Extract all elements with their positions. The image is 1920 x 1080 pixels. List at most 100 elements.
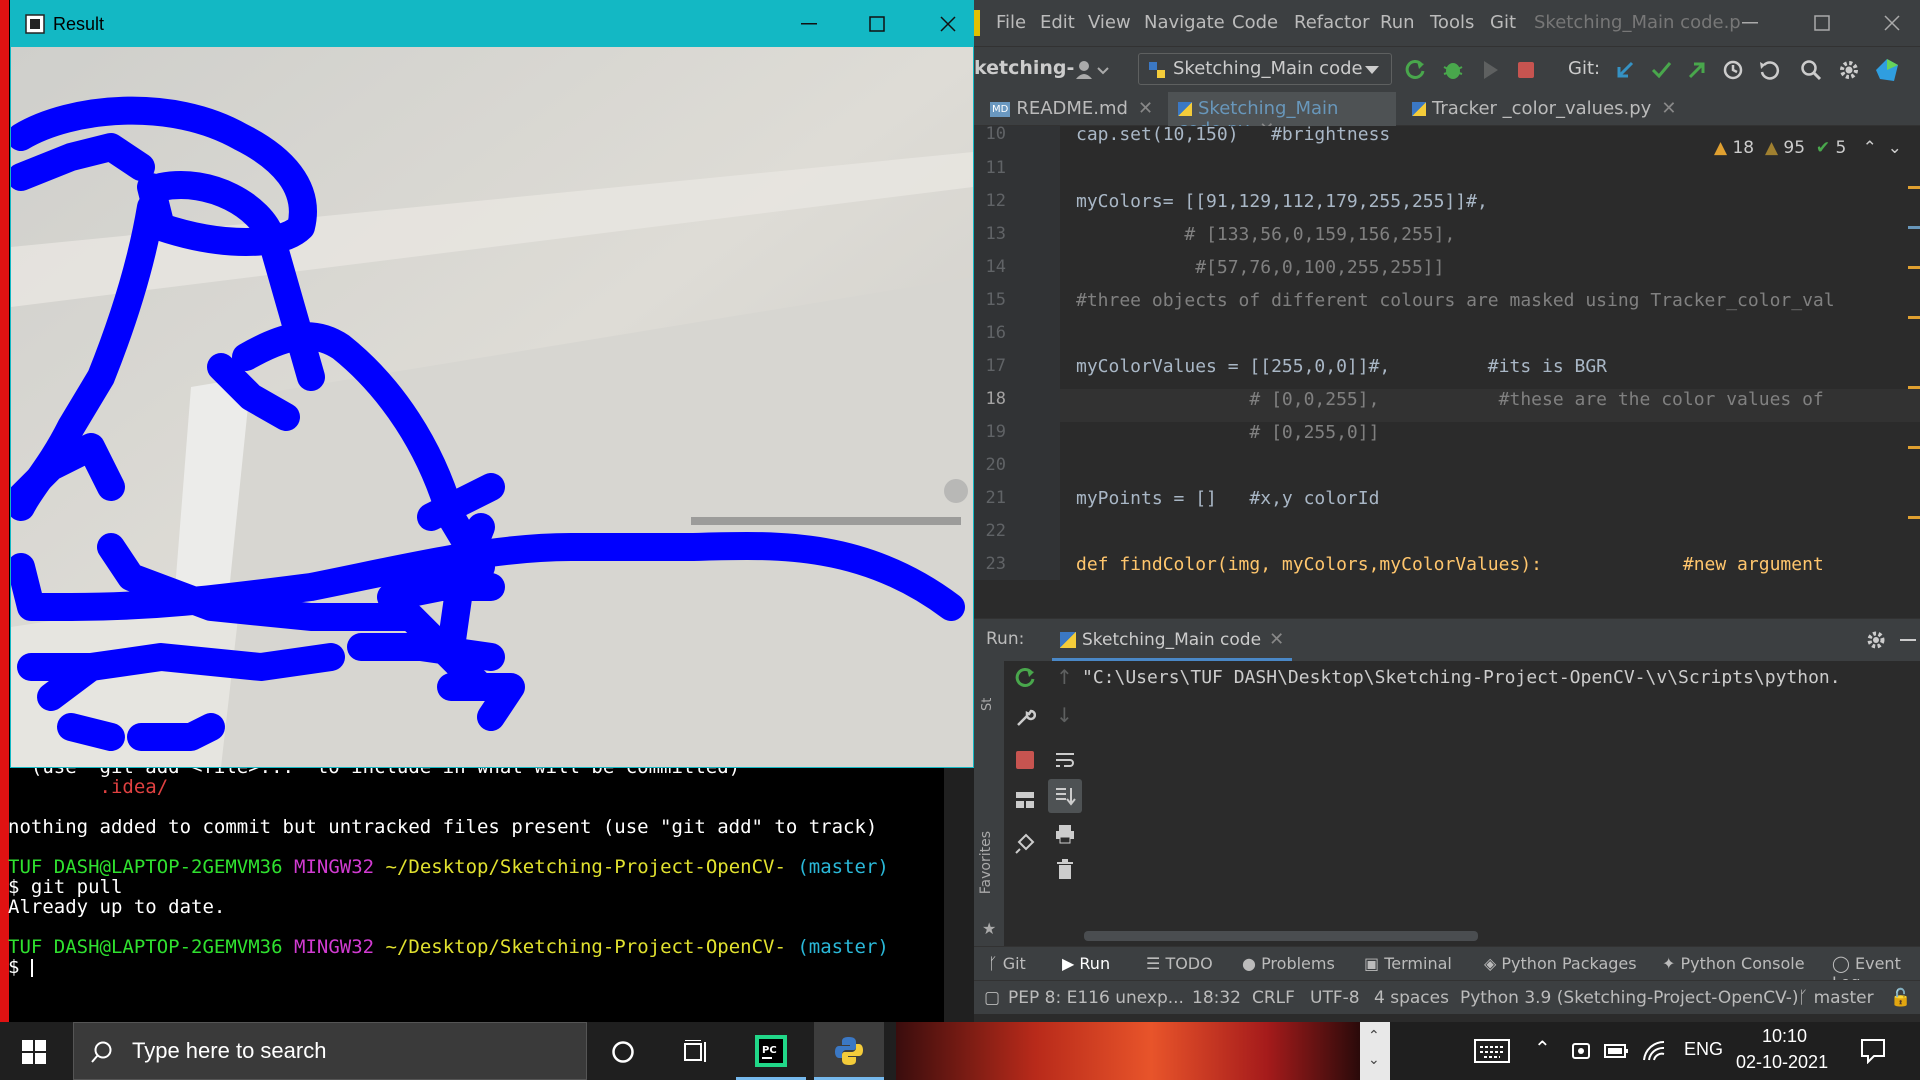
menu-file[interactable]: File: [996, 12, 1026, 33]
tool-tab-problems[interactable]: ● Problems: [1242, 954, 1335, 973]
history-icon[interactable]: [1722, 59, 1744, 81]
battery-icon[interactable]: [1604, 1040, 1630, 1062]
soft-wrap-icon[interactable]: [1054, 749, 1076, 771]
taskbar-search-box[interactable]: Type here to search: [73, 1022, 587, 1080]
taskbar-pycharm[interactable]: PC: [736, 1022, 806, 1080]
tool-tab-git[interactable]: ᚴ Git: [988, 954, 1026, 973]
minimize-icon[interactable]: [1742, 22, 1758, 24]
run-config-dropdown[interactable]: Sketching_Main code: [1138, 53, 1392, 85]
stop-icon[interactable]: [1516, 60, 1536, 80]
stop-icon[interactable]: [1016, 751, 1034, 769]
tool-tab-todo[interactable]: ☰ TODO: [1146, 954, 1213, 973]
minimize-icon[interactable]: [801, 23, 817, 25]
cursor-position[interactable]: 18:32: [1192, 988, 1241, 1008]
menu-view[interactable]: View: [1088, 12, 1131, 33]
tool-tab-python-console[interactable]: ✦ Python Console: [1662, 954, 1805, 973]
onedrive-icon[interactable]: [1570, 1040, 1592, 1062]
tab-close-icon[interactable]: ✕: [1269, 629, 1284, 650]
horizontal-scrollbar[interactable]: [1084, 931, 1478, 941]
keyboard-icon[interactable]: [1474, 1039, 1510, 1063]
menu-refactor[interactable]: Refactor: [1294, 12, 1370, 33]
debug-icon[interactable]: [1442, 59, 1464, 81]
git-update-icon[interactable]: [1614, 59, 1636, 81]
file-encoding[interactable]: UTF-8: [1310, 988, 1360, 1008]
wifi-icon[interactable]: [1642, 1040, 1666, 1062]
notification-center-icon[interactable]: [1860, 1038, 1886, 1064]
tool-tab-run[interactable]: ▶ Run: [1062, 954, 1110, 973]
structure-label[interactable]: St: [980, 698, 995, 711]
rerun-icon[interactable]: [1014, 667, 1036, 689]
run-console-output[interactable]: "C:\Users\TUF DASH\Desktop\Sketching-Pro…: [1082, 667, 1841, 688]
tab-close-icon[interactable]: ✕: [1661, 98, 1676, 119]
pycharm-ide[interactable]: File Edit View Navigate Code Refactor Ru…: [974, 0, 1920, 1022]
webcam-sketch-canvas[interactable]: [11, 47, 973, 767]
rollback-icon[interactable]: [1758, 59, 1780, 81]
trash-icon[interactable]: [1056, 859, 1074, 881]
git-branch-widget[interactable]: ᚴ master: [1798, 988, 1874, 1008]
menu-git[interactable]: Git: [1490, 12, 1516, 33]
tab-readme[interactable]: MD README.md ✕: [990, 92, 1153, 126]
python-interpreter[interactable]: Python 3.9 (Sketching-Project-OpenCV-): [1460, 988, 1799, 1008]
run-tool-window[interactable]: Run: Sketching_Main code ✕ St Favorites ★…: [974, 618, 1920, 947]
project-name[interactable]: ketching-: [974, 57, 1074, 79]
print-icon[interactable]: [1054, 823, 1076, 845]
settings-gear-icon[interactable]: [1838, 59, 1860, 81]
menu-edit[interactable]: Edit: [1040, 12, 1075, 33]
search-icon[interactable]: [1800, 59, 1822, 81]
clock-time[interactable]: 10:10: [1762, 1026, 1807, 1047]
lock-icon[interactable]: 🔓: [1890, 988, 1911, 1008]
menu-code[interactable]: Code: [1232, 12, 1278, 33]
editor-scroll-markers[interactable]: [1908, 186, 1920, 580]
settings-gear-icon[interactable]: [1866, 630, 1886, 650]
taskbar-scroll-arrows[interactable]: ⌃ ⌄: [1360, 1022, 1390, 1080]
close-icon[interactable]: [940, 16, 956, 32]
scroll-to-end-button[interactable]: [1048, 779, 1082, 813]
line-separator[interactable]: CRLF: [1252, 988, 1295, 1008]
close-icon[interactable]: [1884, 15, 1900, 31]
layout-icon[interactable]: [1014, 789, 1036, 811]
chevron-down-icon[interactable]: ⌄: [1368, 1052, 1380, 1068]
arrow-up-icon[interactable]: ↑: [1056, 665, 1073, 689]
tab-sketching-main[interactable]: Sketching_Main code.py✕: [1168, 92, 1396, 140]
panel-toggle-icon[interactable]: ▢: [984, 988, 1000, 1008]
indent-setting[interactable]: 4 spaces: [1374, 988, 1449, 1008]
tool-tab-python-packages[interactable]: ◈ Python Packages: [1484, 954, 1637, 973]
maximize-icon[interactable]: [869, 16, 885, 32]
menu-run[interactable]: Run: [1380, 12, 1415, 33]
tool-tab-terminal[interactable]: ▣ Terminal: [1364, 954, 1452, 973]
arrow-down-icon[interactable]: ↓: [1056, 703, 1073, 727]
chevron-down-icon[interactable]: ⌄: [1888, 138, 1902, 158]
coverage-icon[interactable]: [1480, 59, 1502, 81]
star-icon[interactable]: ★: [982, 919, 996, 938]
pin-icon[interactable]: [1014, 833, 1036, 855]
git-push-icon[interactable]: [1686, 59, 1708, 81]
run-tab[interactable]: Sketching_Main code ✕: [1052, 619, 1293, 661]
input-language[interactable]: ENG: [1684, 1039, 1723, 1060]
windows-start-icon[interactable]: [22, 1040, 46, 1064]
git-commit-icon[interactable]: [1650, 59, 1672, 81]
tab-tracker-color-values[interactable]: Tracker _color_values.py ✕: [1412, 92, 1676, 126]
code-editor[interactable]: 10 11 12 13 14 15 16 17 18 19 20 21 22 2…: [974, 124, 1920, 580]
hide-panel-icon[interactable]: [1900, 639, 1916, 641]
menu-tools[interactable]: Tools: [1430, 12, 1474, 33]
result-titlebar[interactable]: Result: [11, 1, 973, 47]
maximize-icon[interactable]: [1814, 15, 1830, 31]
task-view-icon[interactable]: [682, 1040, 710, 1064]
menu-navigate[interactable]: Navigate: [1144, 12, 1225, 33]
result-window[interactable]: Result: [10, 0, 974, 768]
cortana-icon[interactable]: [611, 1040, 635, 1064]
show-hidden-icons-chevron[interactable]: ⌃: [1534, 1036, 1551, 1060]
jetbrains-toolbox-icon[interactable]: [1874, 57, 1900, 83]
wrench-icon[interactable]: [1014, 707, 1036, 729]
taskbar-python[interactable]: [814, 1022, 884, 1080]
chevron-up-icon[interactable]: ⌃: [1863, 138, 1877, 158]
favorites-label[interactable]: Favorites: [978, 831, 994, 894]
status-message[interactable]: PEP 8: E116 unexp...: [1008, 988, 1184, 1008]
clock-date[interactable]: 02-10-2021: [1736, 1052, 1828, 1073]
terminal-input-line[interactable]: $: [8, 956, 33, 978]
rerun-icon[interactable]: [1404, 59, 1426, 81]
user-icon[interactable]: [1074, 59, 1110, 81]
chevron-up-icon[interactable]: ⌃: [1368, 1028, 1380, 1044]
tab-close-icon[interactable]: ✕: [1138, 98, 1153, 119]
inspection-widget[interactable]: ▲ 18 ▲ 95 ✔ 5 ⌃ ⌄: [1714, 138, 1902, 158]
